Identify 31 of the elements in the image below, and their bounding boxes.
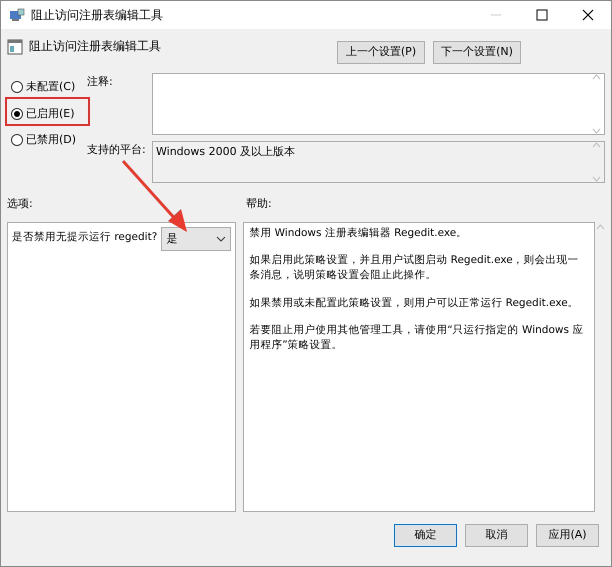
value-dropdown[interactable]: 是 [161, 227, 232, 251]
dialog-button[interactable]: 取消 [465, 524, 528, 547]
radio-label[interactable]: 已启用(E) [26, 106, 75, 122]
nav-button[interactable]: 下一个设置(N) [433, 41, 521, 64]
scroll-up-icon[interactable] [592, 142, 601, 148]
scroll-down-icon[interactable] [592, 176, 601, 182]
platform-label: 支持的平台: [87, 142, 147, 158]
chevron-down-icon [216, 236, 226, 242]
dialog-button[interactable]: 应用(A) [536, 524, 599, 547]
policy-icon [7, 39, 23, 55]
scroll-up-icon[interactable] [596, 224, 605, 230]
nav-button[interactable]: 上一个设置(P) [337, 41, 425, 64]
scroll-down-icon[interactable] [592, 128, 601, 134]
help-panel: 禁用 Windows 注册表编辑器 Regedit.exe。 如果启用此策略设置，并且用户试图启动 Regedit.exe，则会出现一条消息，说明策略设置会阻止此操作。 如果禁用或未配置此策略设置，则用户可以正常运行 Regedit.exe。 若要阻止用户使用其他管理工具，请使用“只运行指定的 Windows 应用程序”策略设置。 [243, 222, 596, 512]
help-label: 帮助: [246, 196, 272, 212]
radio-button[interactable] [11, 81, 23, 94]
radio-label[interactable]: 已禁用(D) [26, 132, 76, 148]
comment-field[interactable] [152, 73, 605, 135]
options-label: 选项: [7, 196, 34, 212]
scroll-up-icon[interactable] [592, 74, 601, 80]
radio-button[interactable] [11, 108, 23, 120]
comment-label: 注释: [87, 74, 114, 90]
policy-title: 阻止访问注册表编辑工具 [29, 38, 161, 55]
platform-field: Windows 2000 及以上版本 [152, 141, 605, 183]
app-icon [9, 7, 25, 23]
radio-button[interactable] [11, 134, 23, 146]
window-title: 阻止访问注册表编辑工具 [31, 7, 163, 24]
dialog-button[interactable]: 确定 [394, 524, 457, 547]
setting-label: 是否禁用无提示运行 regedit? [12, 230, 158, 245]
radio-label[interactable]: 未配置(C) [26, 79, 76, 96]
arrow [122, 160, 187, 232]
